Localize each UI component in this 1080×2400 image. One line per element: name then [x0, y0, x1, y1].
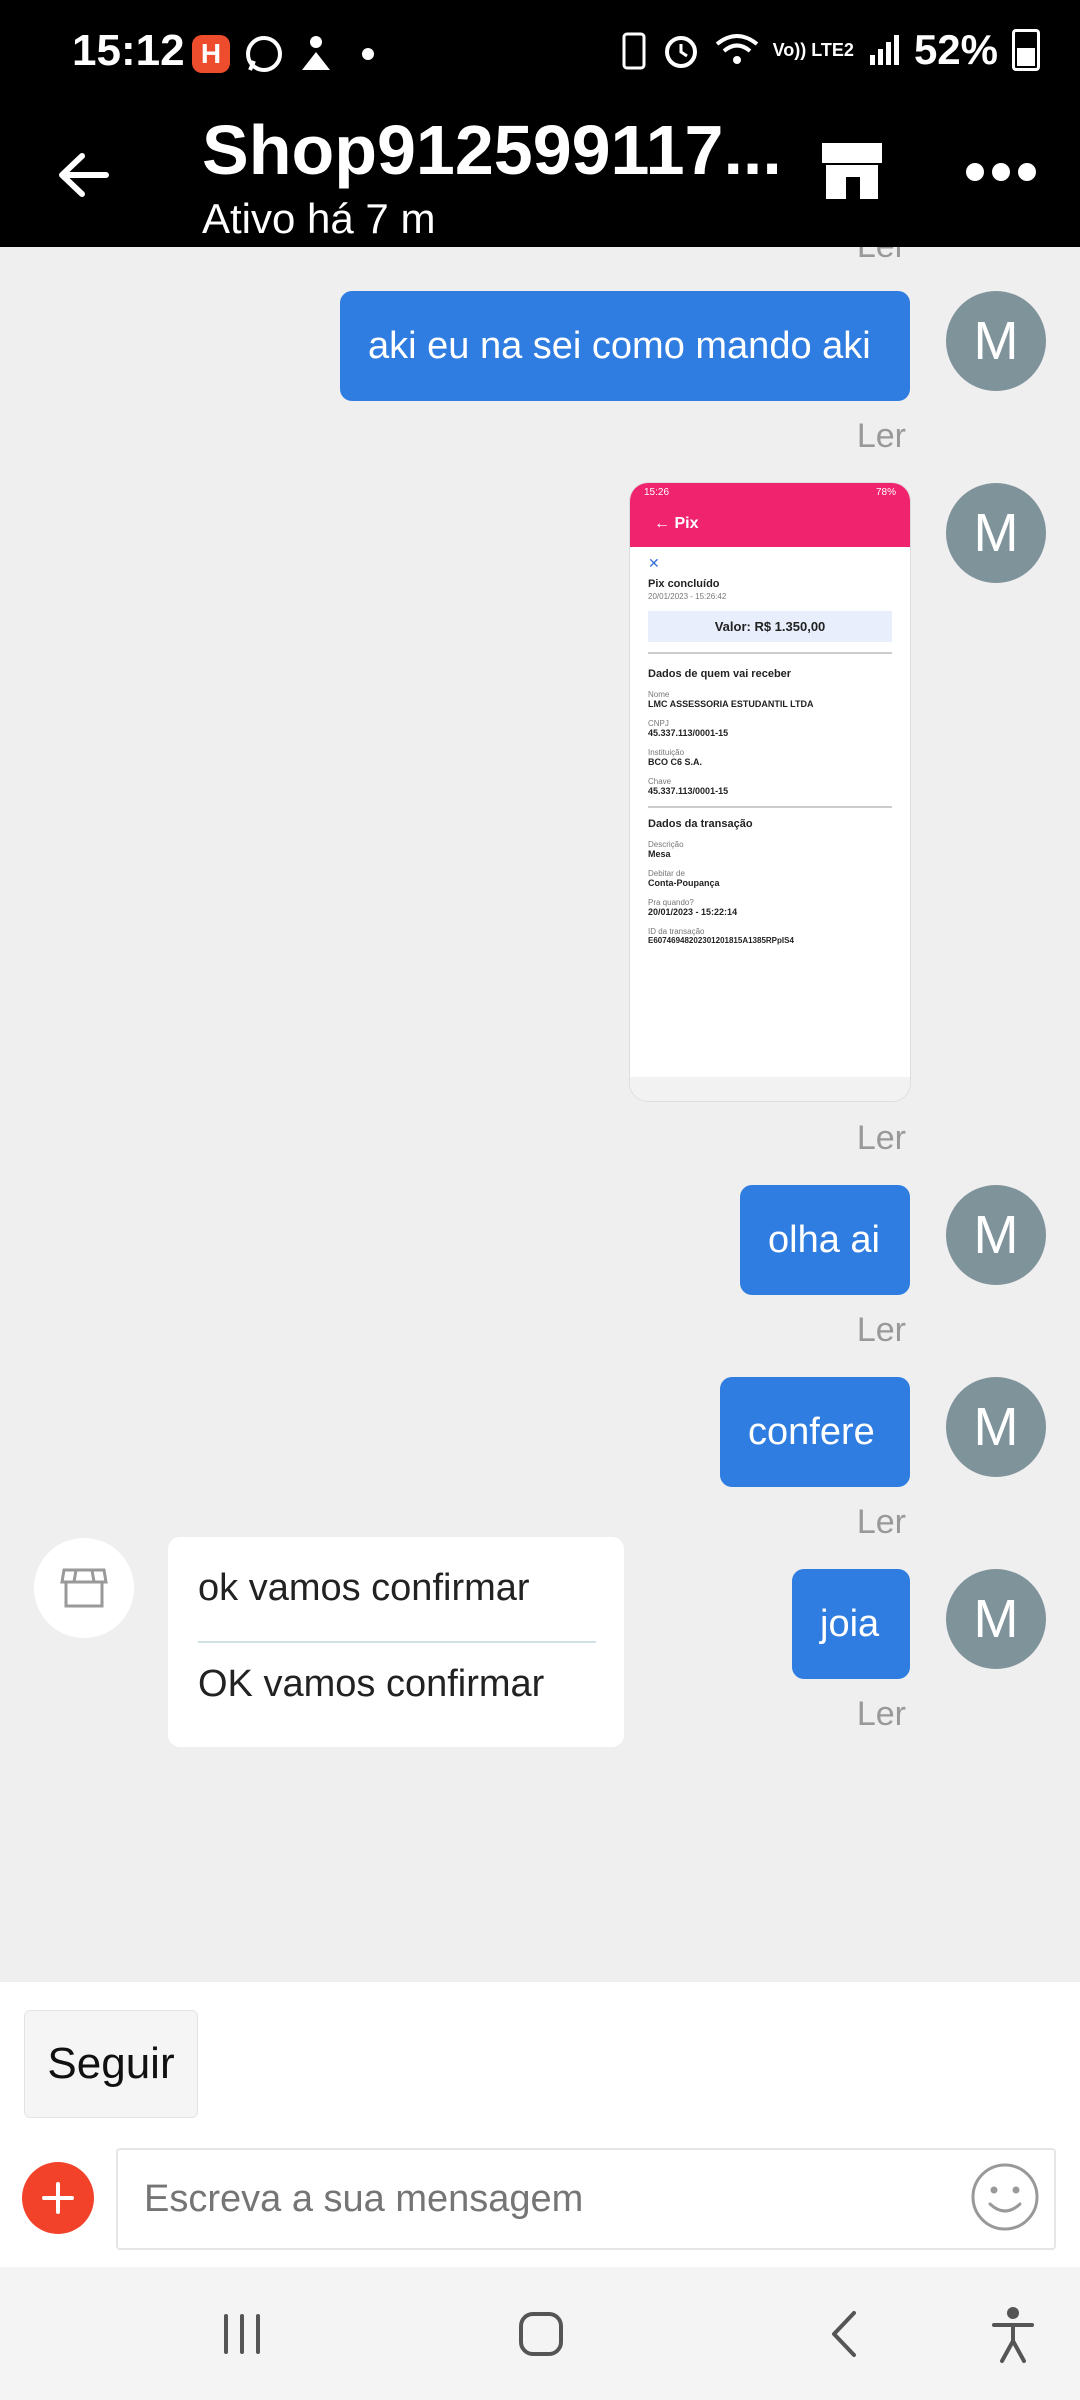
pix-status-time: 15:26: [644, 487, 670, 498]
read-status: Ler: [856, 417, 906, 455]
pix-receipt: ✕ Pix concluído 20/01/2023 - 15:26:42 Va…: [630, 555, 910, 945]
read-status: Ler: [856, 1695, 906, 1733]
plus-icon: [42, 2182, 74, 2214]
recents-icon[interactable]: [220, 2312, 264, 2356]
battery-icon: [1012, 29, 1040, 71]
pix-label: Descrição: [648, 840, 684, 849]
pix-val: 45.337.113/0001-15: [648, 786, 729, 796]
avatar: M: [946, 1185, 1046, 1285]
message-bubble[interactable]: joia: [792, 1569, 910, 1679]
status-right: Vo)) LTE2 52%: [621, 26, 1040, 74]
incoming-line: OK vamos confirmar: [198, 1663, 545, 1705]
pix-section: Dados da transação: [648, 818, 753, 830]
incoming-message[interactable]: ok vamos confirmar OK vamos confirmar: [168, 1537, 624, 1747]
avatar: M: [946, 483, 1046, 583]
plus-button[interactable]: [22, 2162, 94, 2234]
read-status: Ler: [856, 1311, 906, 1349]
message-bubble[interactable]: aki eu na sei como mando aki: [340, 291, 910, 401]
pix-title: ← Pix: [654, 515, 699, 532]
message-bubble[interactable]: confere: [720, 1377, 910, 1487]
pix-date: 20/01/2023 - 15:26:42: [648, 592, 727, 601]
status-left-icons: H: [192, 30, 374, 78]
nav-back-icon[interactable]: [826, 2309, 862, 2359]
status-bar: 15:12 H Vo)) LTE2 52%: [0, 0, 1080, 105]
pix-label: Instituição: [648, 748, 685, 757]
status-time: 15:12: [72, 26, 185, 75]
read-status: Ler: [856, 1119, 906, 1157]
pix-val: Conta-Poupança: [648, 878, 720, 888]
pix-label: Chave: [648, 777, 672, 786]
recycle-battery-icon: [622, 32, 646, 70]
pix-label: CNPJ: [648, 719, 669, 728]
pix-label: Debitar de: [648, 869, 685, 878]
pix-val: E60746948202301201815A1385RPpIS4: [648, 936, 794, 945]
image-message[interactable]: 15:26 78% ← Pix ✕ Pix concluído 20/01/20…: [630, 483, 910, 1101]
network-type: Vo)) LTE2: [772, 40, 854, 60]
avatar: M: [946, 1569, 1046, 1669]
pix-label: Nome: [648, 690, 670, 699]
accessibility-icon[interactable]: [990, 2305, 1036, 2365]
read-status: Ler: [857, 247, 906, 266]
message-bubble[interactable]: olha ai: [740, 1185, 910, 1295]
whatsapp-icon: [246, 36, 282, 72]
battery-percent: 52%: [913, 26, 998, 73]
composer-area: Seguir: [0, 1982, 1080, 2267]
chat-header: Shop912599117... Ativo há 7 m: [0, 105, 1080, 247]
pix-val: LMC ASSESSORIA ESTUDANTIL LTDA: [648, 699, 814, 709]
upload-icon: [302, 36, 330, 70]
pix-value: Valor: R$ 1.350,00: [648, 611, 892, 642]
wifi-icon: [715, 34, 758, 64]
read-status: Ler: [856, 1503, 906, 1541]
pix-navbar: [630, 1077, 910, 1101]
pix-status-bar: 15:26 78%: [630, 483, 910, 509]
alarm-icon: [664, 36, 697, 68]
avatar: M: [946, 291, 1046, 391]
incoming-line: ok vamos confirmar: [198, 1567, 530, 1609]
signal-icon: [869, 35, 899, 65]
pix-heading: Pix concluído: [648, 578, 720, 590]
home-icon[interactable]: [518, 2311, 564, 2357]
pix-status-battery: 78%: [875, 487, 896, 498]
system-nav-bar: [0, 2267, 1080, 2400]
active-status: Ativo há 7 m: [202, 195, 436, 242]
pix-val: Mesa: [648, 849, 671, 859]
pix-label: Pra quando?: [648, 898, 694, 907]
follow-button[interactable]: Seguir: [24, 2010, 198, 2118]
pix-section: Dados de quem vai receber: [648, 668, 792, 680]
pix-val: 20/01/2023 - 15:22:14: [648, 907, 738, 917]
store-icon[interactable]: [816, 135, 888, 207]
pix-val: BCO C6 S.A.: [648, 757, 703, 767]
pix-val: 45.337.113/0001-15: [648, 728, 729, 738]
store-awning-icon: [60, 1568, 108, 1608]
back-arrow-icon[interactable]: [50, 140, 120, 210]
close-icon: ✕: [648, 555, 660, 571]
shop-avatar[interactable]: [34, 1538, 134, 1638]
avatar: M: [946, 1377, 1046, 1477]
pix-header: 15:26 78% ← Pix: [630, 483, 910, 547]
pix-label: ID da transação: [648, 927, 705, 936]
shopee-app-icon: H: [192, 35, 230, 73]
emoji-icon[interactable]: [970, 2162, 1040, 2232]
dot-icon: [362, 48, 374, 60]
divider: [198, 1641, 596, 1643]
shop-name[interactable]: Shop912599117...: [202, 110, 782, 190]
more-dots-icon[interactable]: [966, 163, 1036, 185]
message-input[interactable]: [116, 2148, 1056, 2250]
